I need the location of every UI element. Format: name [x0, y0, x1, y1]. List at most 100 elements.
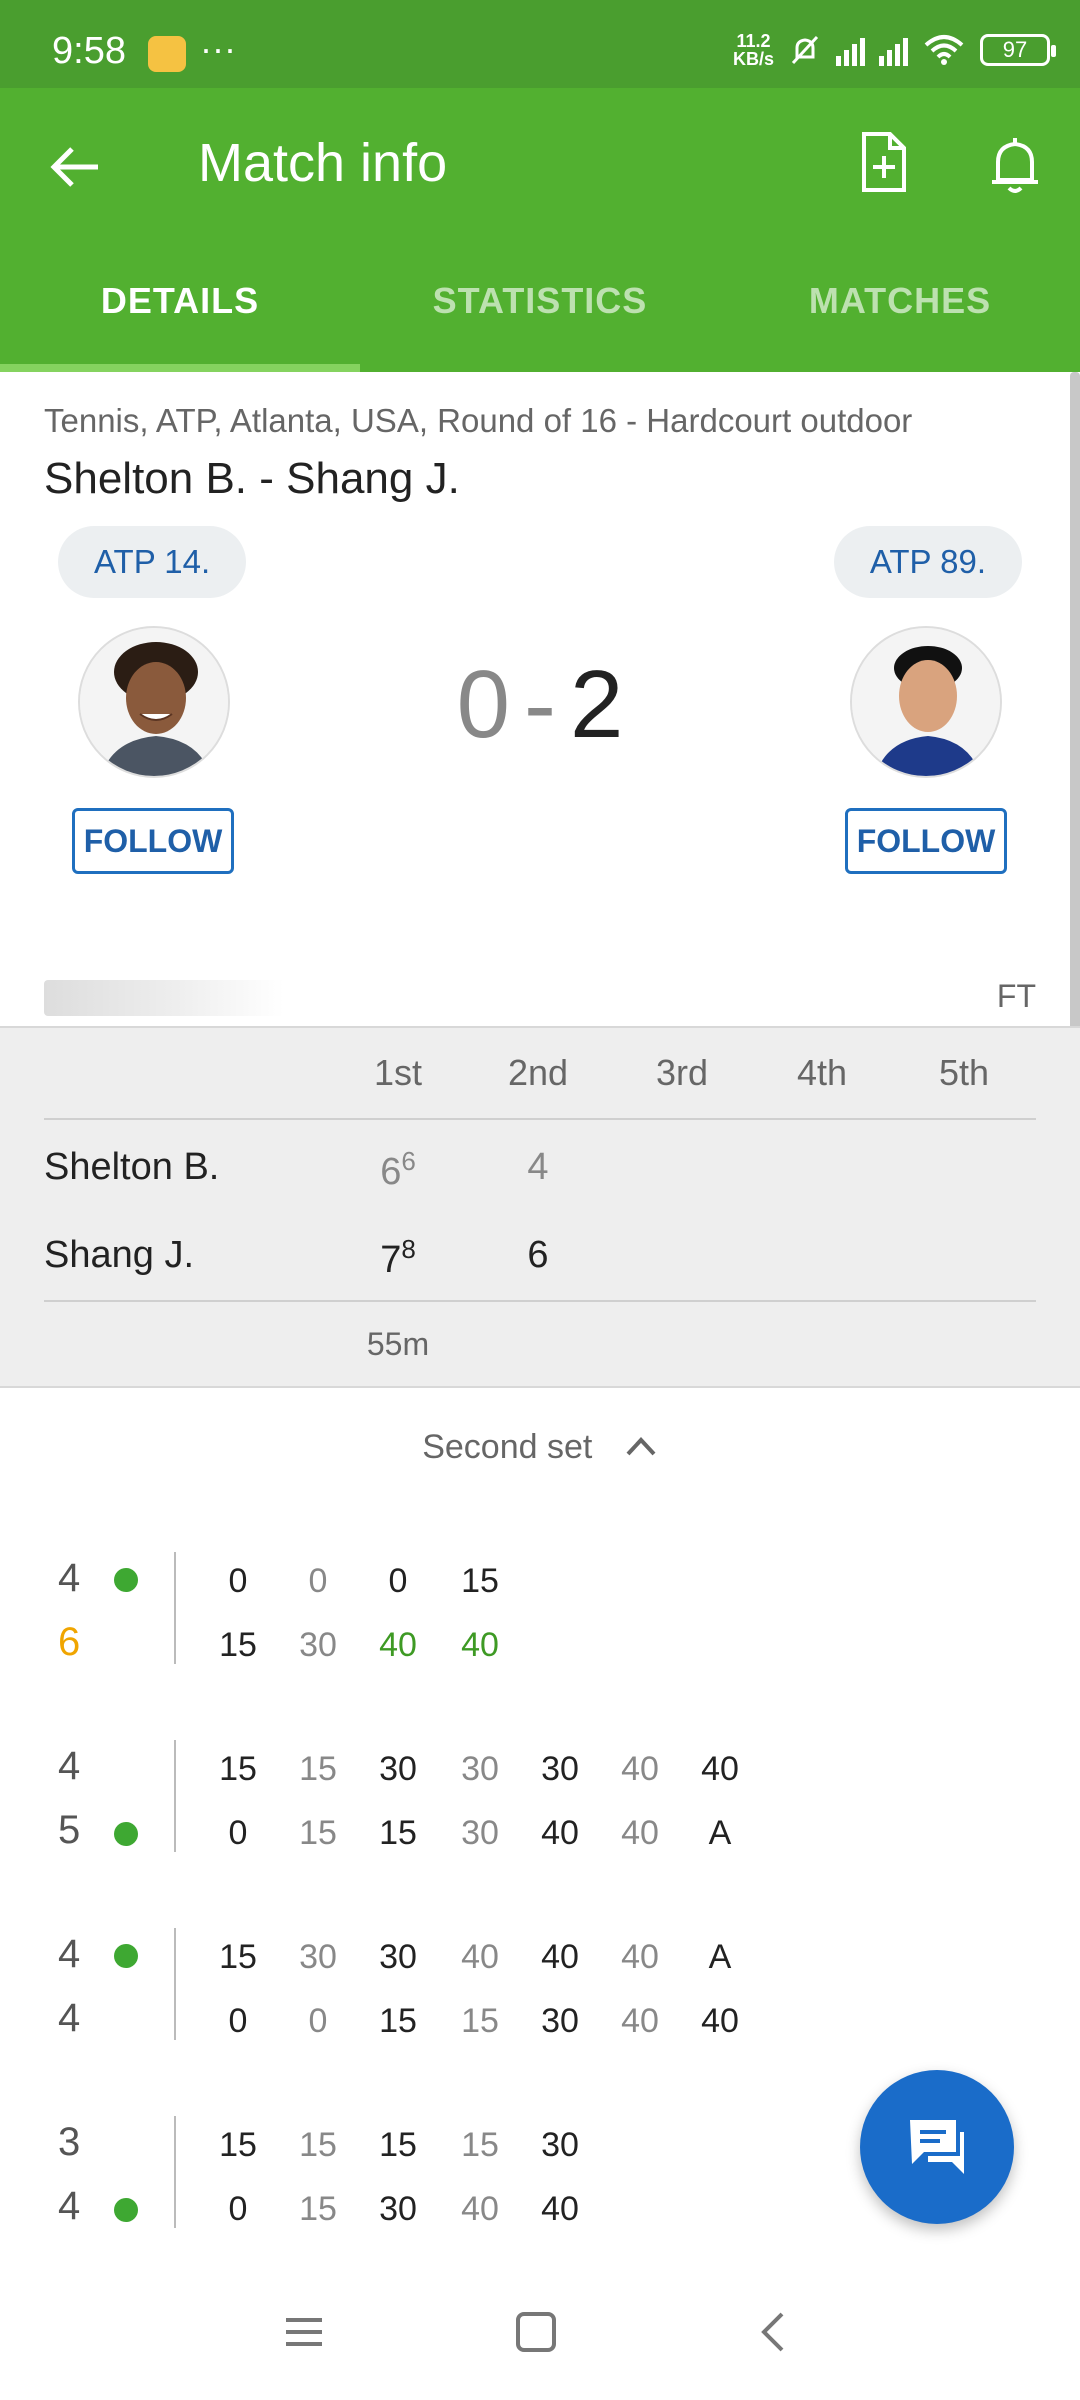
point-score: 15 [299, 1750, 337, 1788]
point-score: 30 [541, 2126, 579, 2164]
point-score: 15 [299, 1814, 337, 1852]
battery-icon: 97 [980, 34, 1056, 66]
point-score: 15 [461, 1562, 499, 1600]
home-rank-badge[interactable]: ATP 14. [58, 526, 247, 598]
set-duration: 55m [366, 1326, 430, 1362]
point-score: 15 [219, 1750, 257, 1788]
status-bar: 9:58 ··· 11.2 KB/s 97 [0, 0, 1080, 88]
signal-1-icon [836, 34, 865, 66]
set-toggle[interactable]: Second set [0, 1428, 1080, 1467]
set-games: 6 [380, 1151, 402, 1193]
notification-app-icon [148, 36, 186, 72]
set-header-5: 5th [938, 1052, 990, 1093]
tab-details[interactable]: DETAILS [0, 240, 360, 372]
set-games: 7 [380, 1239, 402, 1281]
page-title: Match info [198, 133, 448, 193]
score-separator: - [524, 651, 556, 758]
match-meta: Tennis, ATP, Atlanta, USA, Round of 16 -… [44, 402, 913, 439]
point-score: 15 [299, 2190, 337, 2228]
document-add-icon[interactable] [848, 128, 918, 198]
point-score: 0 [228, 2190, 248, 2228]
home-games: 3 [58, 2120, 81, 2164]
set-score: 78 [338, 1234, 458, 1282]
point-score: 0 [228, 1562, 248, 1600]
point-score: 30 [379, 2190, 417, 2228]
player-name: Shang J. [44, 1234, 194, 1276]
mute-bell-icon [791, 35, 819, 65]
table-row: Shang J. 78 6 [44, 1212, 1036, 1302]
away-sets-won: 2 [569, 651, 624, 758]
sets-header-row: 1st 2nd 3rd 4th 5th [44, 1028, 1036, 1120]
set-header-2: 2nd [507, 1052, 569, 1093]
set-score: 66 [338, 1146, 458, 1194]
set-header-3: 3rd [655, 1052, 709, 1093]
serve-indicator [114, 2198, 138, 2222]
away-games: 5 [58, 1808, 81, 1852]
game-row: 4 5 15 15 30 30 30 40 40 0 15 15 30 40 40 A [0, 1740, 1080, 1860]
signal-2-icon [879, 34, 908, 66]
chevron-up-icon [624, 1428, 658, 1467]
point-score: 30 [461, 1814, 499, 1852]
point-score: 15 [219, 1938, 257, 1976]
app-bar: Match info [0, 88, 1080, 240]
home-button[interactable] [512, 2308, 560, 2356]
point-score: 40 [541, 2190, 579, 2228]
point-score: 0 [228, 2002, 248, 2040]
point-score: 40 [379, 1626, 417, 1664]
point-score: 0 [308, 2002, 328, 2040]
point-score: 40 [701, 2002, 739, 2040]
point-score: 30 [461, 1750, 499, 1788]
point-score: 40 [701, 1750, 739, 1788]
point-score: 30 [541, 2002, 579, 2040]
tab-matches[interactable]: MATCHES [720, 240, 1080, 372]
point-score: 30 [379, 1750, 417, 1788]
wifi-icon [924, 35, 964, 65]
set-header-1: 1st [373, 1052, 423, 1093]
away-games: 6 [58, 1620, 81, 1664]
point-score: 40 [461, 1626, 499, 1664]
network-speed-value: 11.2 [736, 31, 771, 51]
game-row: 4 4 15 30 30 40 40 40 A 0 0 15 15 30 40 40 [0, 1928, 1080, 2048]
away-rank-badge[interactable]: ATP 89. [833, 526, 1022, 598]
home-sets-won: 0 [456, 651, 511, 758]
divider [174, 1928, 176, 2040]
point-score: 30 [299, 1626, 337, 1664]
follow-away-button[interactable]: FOLLOW [845, 808, 1007, 874]
recent-apps-button[interactable] [280, 2308, 328, 2356]
bell-icon[interactable] [980, 130, 1050, 200]
home-games: 4 [58, 1932, 81, 1976]
home-games: 4 [58, 1744, 81, 1788]
match-status: FT [996, 978, 1036, 1014]
chat-icon [910, 2120, 964, 2174]
more-notifications-indicator: ··· [200, 28, 236, 69]
point-score: 15 [379, 2002, 417, 2040]
divider [174, 1552, 176, 1664]
match-name: Shelton B. - Shang J. [44, 454, 460, 503]
match-score: 0-2 [0, 650, 1080, 760]
point-score: 30 [379, 1938, 417, 1976]
chat-button[interactable] [860, 2070, 1014, 2224]
point-score: 0 [228, 1814, 248, 1852]
point-score: 15 [379, 2126, 417, 2164]
point-score: 15 [219, 2126, 257, 2164]
status-icons: 11.2 KB/s 97 [733, 31, 1056, 68]
player-name: Shelton B. [44, 1146, 220, 1188]
follow-home-button[interactable]: FOLLOW [72, 808, 234, 874]
system-back-button[interactable] [750, 2308, 798, 2356]
divider [174, 1740, 176, 1852]
point-score: 15 [219, 1626, 257, 1664]
point-score: 40 [621, 2002, 659, 2040]
serve-indicator [114, 1822, 138, 1846]
back-button[interactable] [40, 132, 110, 202]
status-time: 9:58 [52, 30, 126, 72]
serve-indicator [114, 1568, 138, 1592]
tab-statistics[interactable]: STATISTICS [360, 240, 720, 372]
point-score: 40 [541, 1814, 579, 1852]
sets-table: 1st 2nd 3rd 4th 5th Shelton B. 66 4 Shan… [0, 1026, 1080, 1388]
point-score: 30 [299, 1938, 337, 1976]
point-score: 15 [461, 2002, 499, 2040]
point-score: 30 [541, 1750, 579, 1788]
point-score: A [708, 1938, 732, 1976]
point-score: 40 [541, 1938, 579, 1976]
tiebreak-points: 8 [401, 1234, 416, 1264]
